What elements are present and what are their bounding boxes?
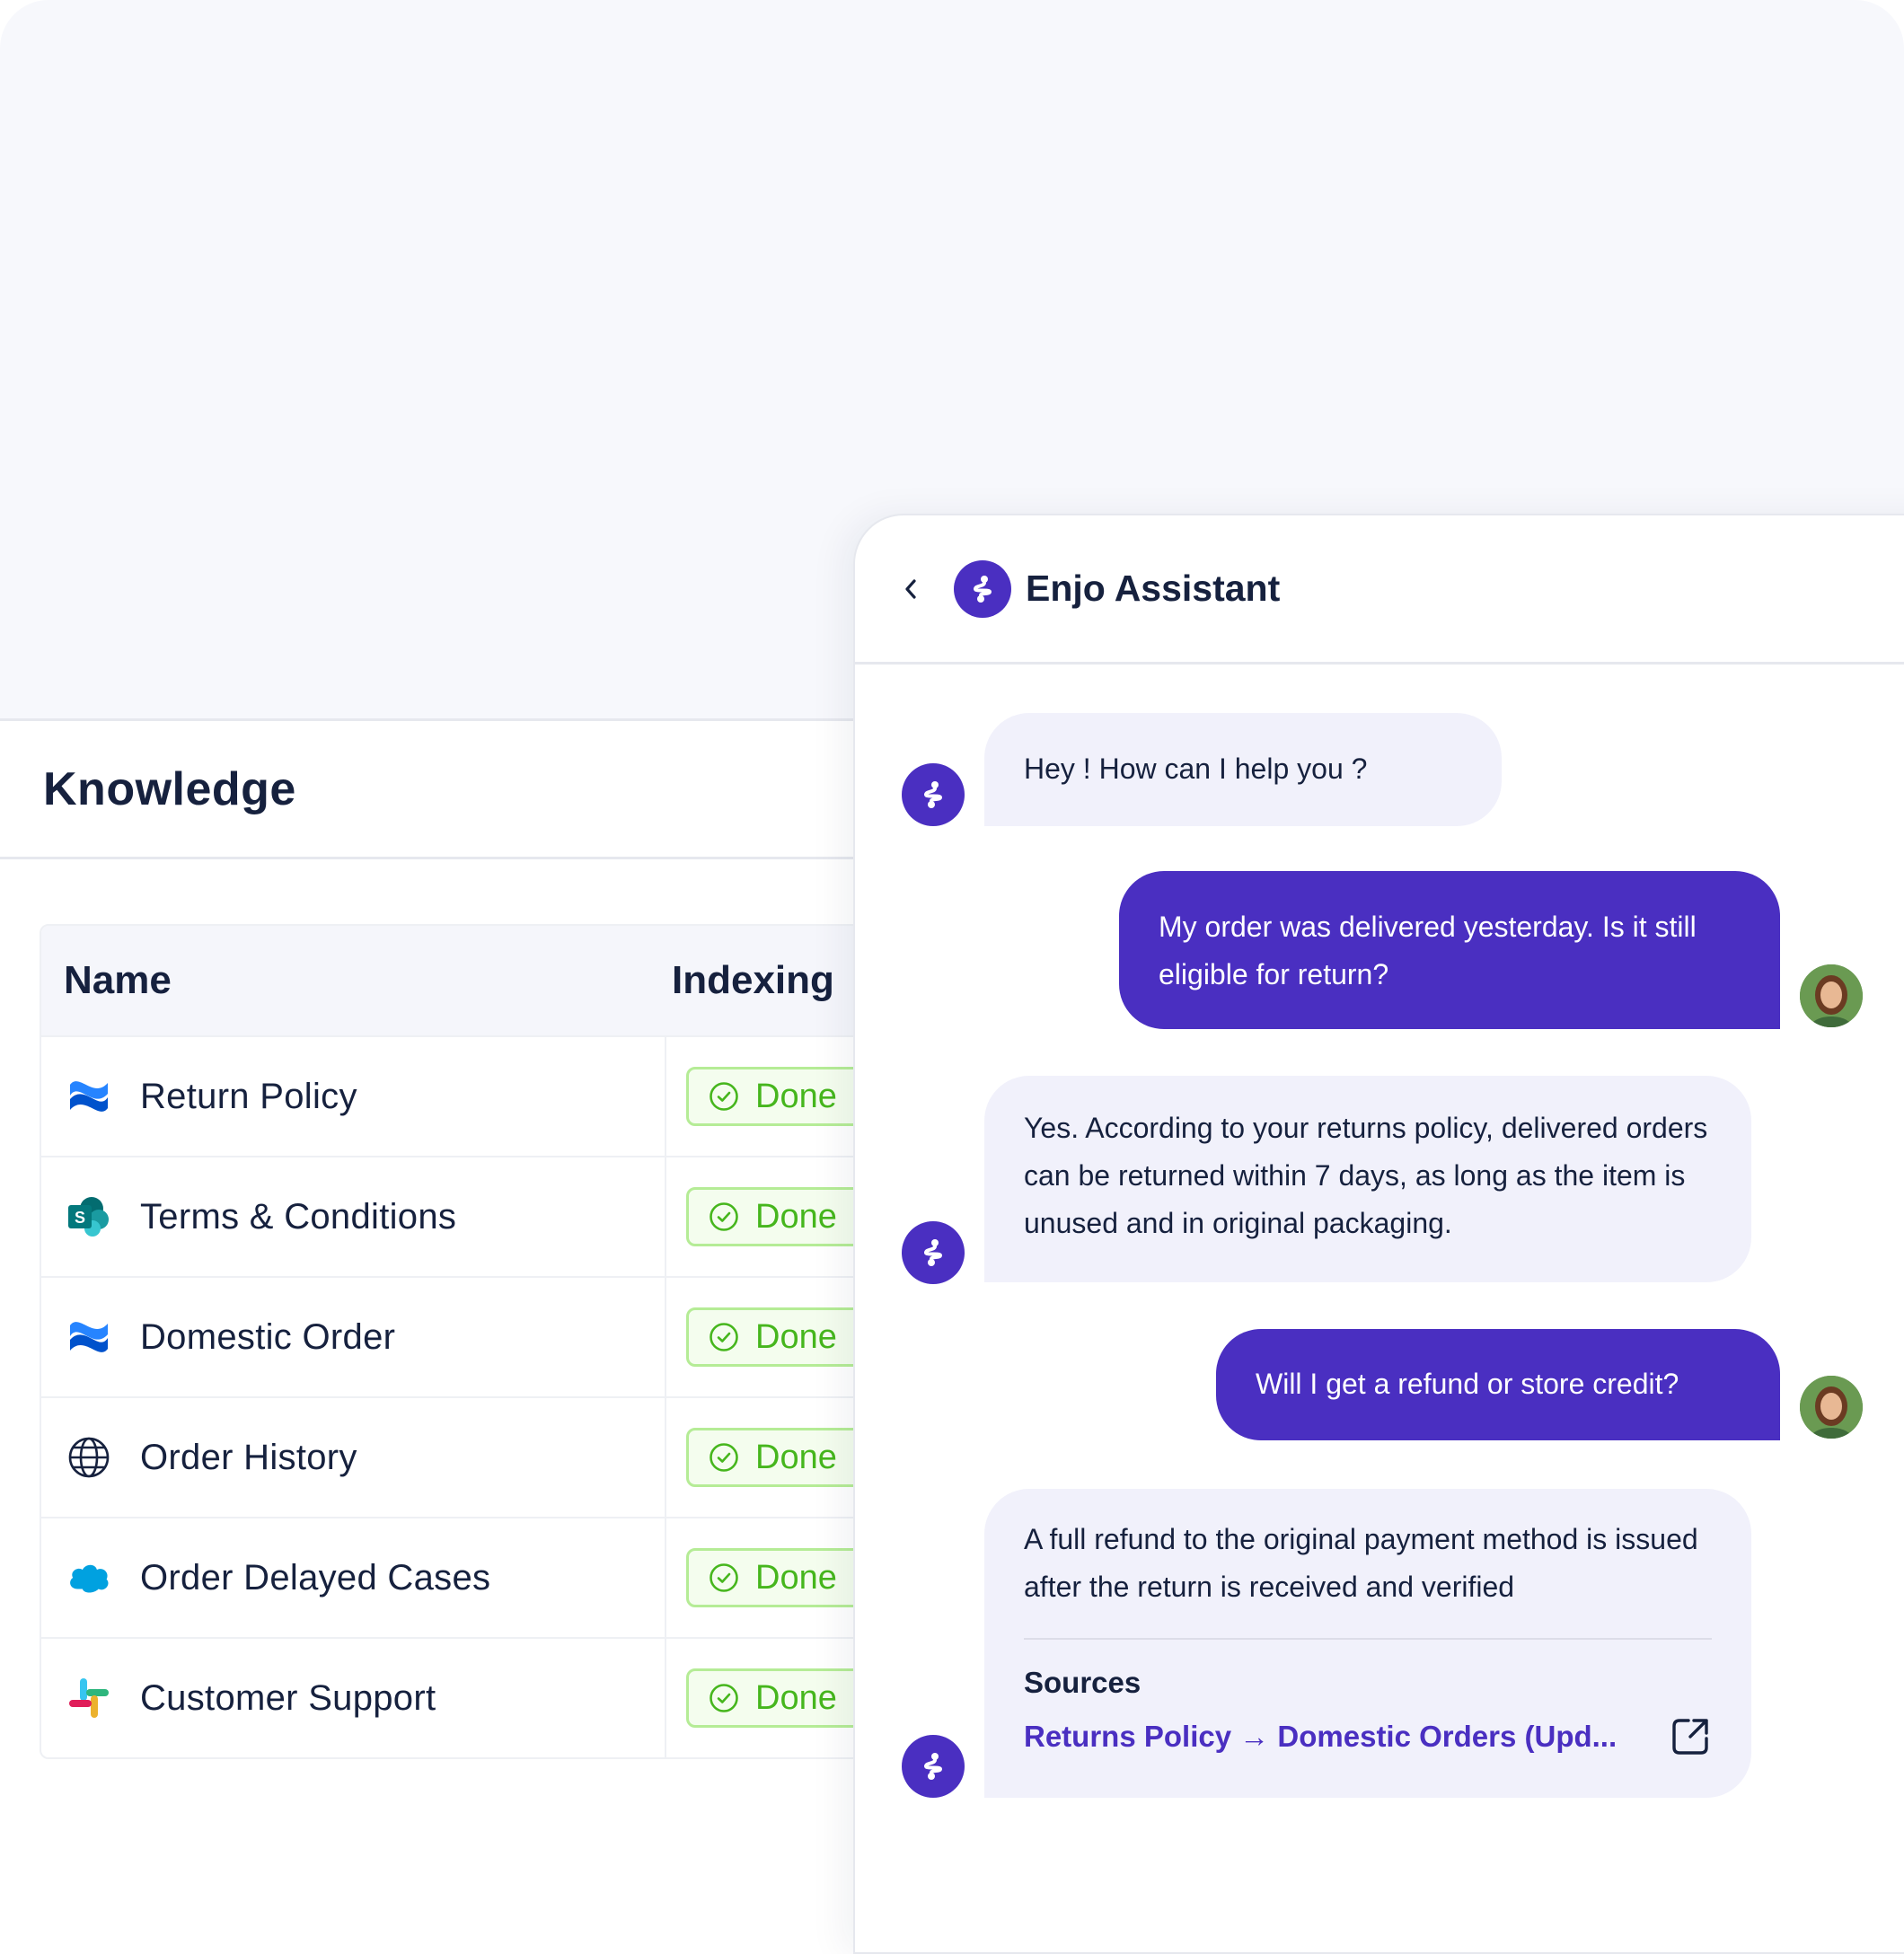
chevron-left-icon (905, 578, 916, 599)
name-cell: Domestic Order (41, 1278, 666, 1396)
knowledge-panel: Knowledge Name Indexing Return Policy Do… (0, 718, 905, 1906)
bot-message-with-sources: A full refund to the original payment me… (984, 1489, 1751, 1798)
knowledge-header: Knowledge (0, 721, 898, 859)
row-name: Domestic Order (140, 1316, 396, 1357)
check-circle-icon (710, 1443, 738, 1472)
assistant-avatar (954, 559, 1011, 618)
user-avatar (1800, 1376, 1863, 1439)
check-circle-icon (710, 1202, 738, 1231)
back-button[interactable] (891, 569, 930, 609)
globe-icon (66, 1435, 111, 1480)
svg-text:S: S (75, 1209, 85, 1227)
status-text: Done (755, 1197, 837, 1236)
check-circle-icon (710, 1563, 738, 1592)
slack-icon (66, 1676, 111, 1721)
name-cell: Order Delayed Cases (41, 1518, 666, 1637)
status-cell: Done (666, 1548, 884, 1607)
divider (1024, 1638, 1712, 1640)
status-text: Done (755, 1077, 837, 1115)
table-header: Name Indexing (41, 926, 904, 1035)
row-name: Order History (140, 1437, 357, 1477)
status-text: Done (755, 1678, 837, 1717)
bot-message-text: A full refund to the original payment me… (1024, 1523, 1698, 1603)
bot-avatar (902, 1221, 965, 1284)
status-text: Done (755, 1438, 837, 1476)
name-cell: S Terms & Conditions (41, 1157, 666, 1276)
status-cell: Done (666, 1307, 884, 1367)
sharepoint-icon: S (66, 1194, 111, 1239)
table-row[interactable]: Order History Done (41, 1396, 904, 1517)
row-name: Return Policy (140, 1076, 357, 1116)
user-message: My order was delivered yesterday. Is it … (1119, 871, 1780, 1029)
check-circle-icon (710, 1082, 738, 1111)
table-row[interactable]: Domestic Order Done (41, 1276, 904, 1396)
row-name: Order Delayed Cases (140, 1557, 491, 1598)
bot-message: Yes. According to your returns policy, d… (984, 1076, 1751, 1282)
status-cell: Done (666, 1668, 884, 1728)
chat-panel: Enjo Assistant Hey ! How can I help you … (853, 514, 1904, 1954)
source-item: Returns Policy → Domestic Orders (Upd... (1024, 1715, 1712, 1758)
column-header-name[interactable]: Name (41, 958, 663, 1003)
table-row[interactable]: Order Delayed Cases Done (41, 1517, 904, 1637)
confluence-icon (66, 1315, 111, 1360)
enjo-logo-icon (923, 1753, 943, 1780)
name-cell: Customer Support (41, 1639, 666, 1757)
source-link[interactable]: Returns Policy → Domestic Orders (Upd... (1024, 1715, 1617, 1758)
sources-title: Sources (1024, 1666, 1142, 1699)
bot-avatar (902, 763, 965, 826)
name-cell: Order History (41, 1398, 666, 1517)
status-cell: Done (666, 1428, 884, 1487)
table-row[interactable]: Customer Support Done (41, 1637, 904, 1757)
enjo-logo-icon (973, 575, 992, 603)
row-name: Terms & Conditions (140, 1196, 457, 1237)
column-header-indexing[interactable]: Indexing (663, 958, 834, 1003)
status-cell: Done (666, 1187, 884, 1246)
knowledge-table: Name Indexing Return Policy Done S Terms… (40, 924, 905, 1759)
chat-header: Enjo Assistant (855, 515, 1904, 665)
row-name: Customer Support (140, 1677, 436, 1718)
user-message: Will I get a refund or store credit? (1216, 1329, 1780, 1440)
enjo-logo-icon (923, 781, 943, 808)
name-cell: Return Policy (41, 1037, 666, 1156)
table-row[interactable]: Return Policy Done (41, 1035, 904, 1156)
bot-avatar (902, 1735, 965, 1798)
status-cell: Done (666, 1067, 884, 1126)
status-text: Done (755, 1558, 837, 1597)
salesforce-icon (66, 1555, 111, 1600)
enjo-logo-icon (923, 1239, 943, 1266)
confluence-icon (66, 1074, 111, 1119)
table-row[interactable]: S Terms & Conditions Done (41, 1156, 904, 1276)
status-text: Done (755, 1317, 837, 1356)
page-title: Knowledge (43, 762, 296, 815)
chat-title: Enjo Assistant (1026, 568, 1281, 609)
user-avatar (1800, 964, 1863, 1027)
check-circle-icon (710, 1323, 738, 1351)
external-link-icon[interactable] (1669, 1715, 1712, 1758)
check-circle-icon (710, 1684, 738, 1712)
bot-message: Hey ! How can I help you ? (984, 713, 1502, 826)
